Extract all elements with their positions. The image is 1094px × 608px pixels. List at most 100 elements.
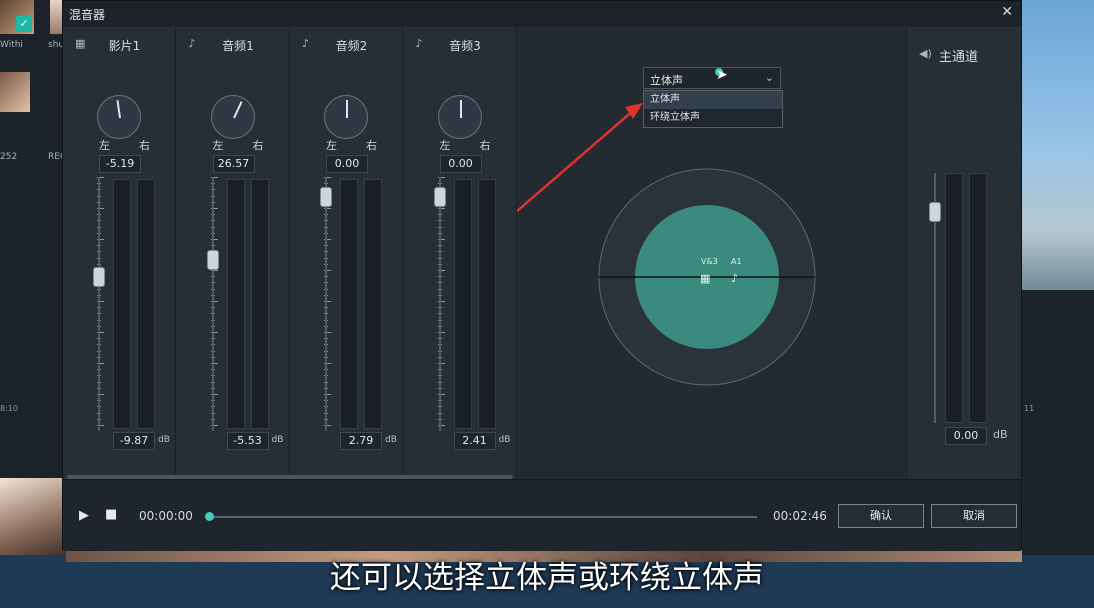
channel-strip: ♪ 音频2 左 右 0.00 2.79 dB <box>290 27 403 479</box>
master-channel: ◀) 主通道 0.00 dB <box>906 27 1021 479</box>
checkmark-icon: ✓ <box>16 16 32 32</box>
timeline-ruler-label: 8:10 <box>0 404 18 413</box>
screen: ✓ Withi shu 252 REC 8:10 11 混音器 ✕ ▦ 影片1 … <box>0 0 1094 608</box>
level-meter-left <box>340 179 358 429</box>
master-channel-name: 主通道 <box>939 50 979 65</box>
channel-header: ▦ 影片1 <box>63 37 176 53</box>
volume-fader-track[interactable] <box>98 177 100 431</box>
channel-strips: ▦ 影片1 左 右 -5.19 -9.87 dB ♪ 音频1 左 右 26.57… <box>63 27 517 479</box>
timeline-ruler-label: 11 <box>1024 404 1035 413</box>
level-meter-right <box>364 179 382 429</box>
audio-mixer-window: 混音器 ✕ ▦ 影片1 左 右 -5.19 -9.87 dB ♪ 音频1 左 右… <box>62 0 1022 551</box>
volume-db-value[interactable]: -9.87 <box>113 432 155 450</box>
volume-fader-knob[interactable] <box>433 187 446 207</box>
music-note-icon: ♪ <box>731 272 738 285</box>
play-icon[interactable]: ▶ <box>79 508 89 523</box>
volume-fader-track[interactable] <box>438 177 441 431</box>
preview-image <box>1022 0 1094 290</box>
channel-name: 音频1 <box>222 39 254 53</box>
channel-header: ♪ 音频3 <box>404 37 517 53</box>
master-db-value[interactable]: 0.00 <box>945 427 987 445</box>
volume-scale <box>85 177 105 431</box>
db-unit: dB <box>158 435 170 445</box>
window-title: 混音器 <box>69 8 106 22</box>
master-db-unit: dB <box>993 428 1008 441</box>
video-subtitle: 还可以选择立体声或环绕立体声 <box>330 560 764 596</box>
select-value: 立体声 <box>650 74 683 87</box>
mode-dropdown-menu: 立体声 环绕立体声 <box>643 90 783 128</box>
annotation-arrow-line <box>517 108 636 213</box>
level-meter-left <box>453 179 472 429</box>
pan-knob-indicator <box>232 101 243 119</box>
volume-fader-knob[interactable] <box>93 267 105 287</box>
pan-knob-indicator <box>459 100 462 118</box>
channel-strip: ♪ 音频3 左 右 0.00 2.41 dB <box>404 27 517 479</box>
level-meter-left <box>113 179 131 429</box>
pan-left-label: 左 <box>99 139 110 152</box>
pan-right-label: 右 <box>366 139 377 152</box>
media-thumbnail[interactable] <box>0 72 30 112</box>
volume-fader-track[interactable] <box>211 177 214 431</box>
level-meter-left <box>226 179 245 429</box>
db-unit: dB <box>498 435 511 445</box>
current-time: 00:00:00 <box>139 509 193 523</box>
master-fader-knob[interactable] <box>929 202 941 222</box>
master-level-meter-right <box>969 173 987 423</box>
timeline-clip-thumbnail[interactable] <box>0 478 66 558</box>
option-stereo[interactable]: 立体声 <box>644 91 782 109</box>
channel-name: 影片1 <box>108 39 141 53</box>
channel-header: ♪ 音频1 <box>177 37 290 53</box>
volume-db-value[interactable]: 2.79 <box>340 432 382 450</box>
channel-strip: ▦ 影片1 左 右 -5.19 -9.87 dB <box>63 27 176 479</box>
pan-knob[interactable] <box>210 95 255 139</box>
channel-name: 音频3 <box>449 39 481 53</box>
level-meter-right <box>137 179 155 429</box>
field-label-a: A1 <box>731 257 742 266</box>
volume-db-value[interactable]: -5.53 <box>226 432 269 450</box>
pan-left-label: 左 <box>326 139 337 152</box>
playhead-handle[interactable] <box>205 512 214 521</box>
pan-value[interactable]: 26.57 <box>212 155 255 173</box>
chevron-down-icon: ⌄ <box>764 71 774 84</box>
volume-db-value[interactable]: 2.41 <box>453 432 496 450</box>
close-icon[interactable]: ✕ <box>1001 4 1013 20</box>
master-level-meter-left <box>945 173 963 423</box>
pan-value[interactable]: 0.00 <box>439 155 482 173</box>
volume-scale <box>312 177 332 431</box>
channel-name: 音频2 <box>335 39 368 53</box>
pan-value[interactable]: 0.00 <box>326 155 368 173</box>
volume-fader-track[interactable] <box>325 177 327 431</box>
total-time: 00:02:46 <box>773 509 827 523</box>
field-label-v: V&3 <box>701 257 718 266</box>
pan-knob[interactable] <box>324 95 368 139</box>
pan-right-label: 右 <box>139 139 150 152</box>
pan-knob[interactable] <box>97 95 141 139</box>
title-bar: 混音器 ✕ <box>63 1 1021 27</box>
channel-strip: ♪ 音频1 左 右 26.57 -5.53 dB <box>177 27 290 479</box>
pan-value[interactable]: -5.19 <box>99 155 141 173</box>
speaker-icon: ◀) <box>919 47 932 60</box>
option-surround-stereo[interactable]: 环绕立体声 <box>644 109 782 127</box>
pan-knob-indicator <box>346 100 348 118</box>
timeline-scrubber[interactable] <box>209 516 757 518</box>
volume-fader-knob[interactable] <box>206 249 219 270</box>
pan-left-label: 左 <box>212 139 224 152</box>
transport-bar: ▶ ■ 00:00:00 00:02:46 确认 取消 <box>63 479 1021 551</box>
cancel-button[interactable]: 取消 <box>931 504 1017 528</box>
db-unit: dB <box>385 435 397 445</box>
confirm-button[interactable]: 确认 <box>838 504 924 528</box>
mouse-pointer-icon: ➤ <box>716 67 728 83</box>
level-meter-right <box>250 179 269 429</box>
surround-mode-select[interactable]: 立体声 ⌄ <box>643 67 781 89</box>
sound-field-panel: V&3 A1 ▦ ♪ 立体声 ⌄ 立体声 环绕立体声 ➤ <box>517 27 906 479</box>
pan-left-label: 左 <box>439 139 451 152</box>
stop-icon[interactable]: ■ <box>105 507 117 522</box>
film-icon: ▦ <box>700 272 710 285</box>
pan-right-label: 右 <box>479 139 491 152</box>
pan-knob-indicator <box>116 100 121 119</box>
db-unit: dB <box>271 435 284 445</box>
volume-fader-knob[interactable] <box>320 187 332 207</box>
pan-knob[interactable] <box>437 95 482 139</box>
media-label: Withi <box>0 40 23 50</box>
channel-header: ♪ 音频2 <box>290 37 403 53</box>
